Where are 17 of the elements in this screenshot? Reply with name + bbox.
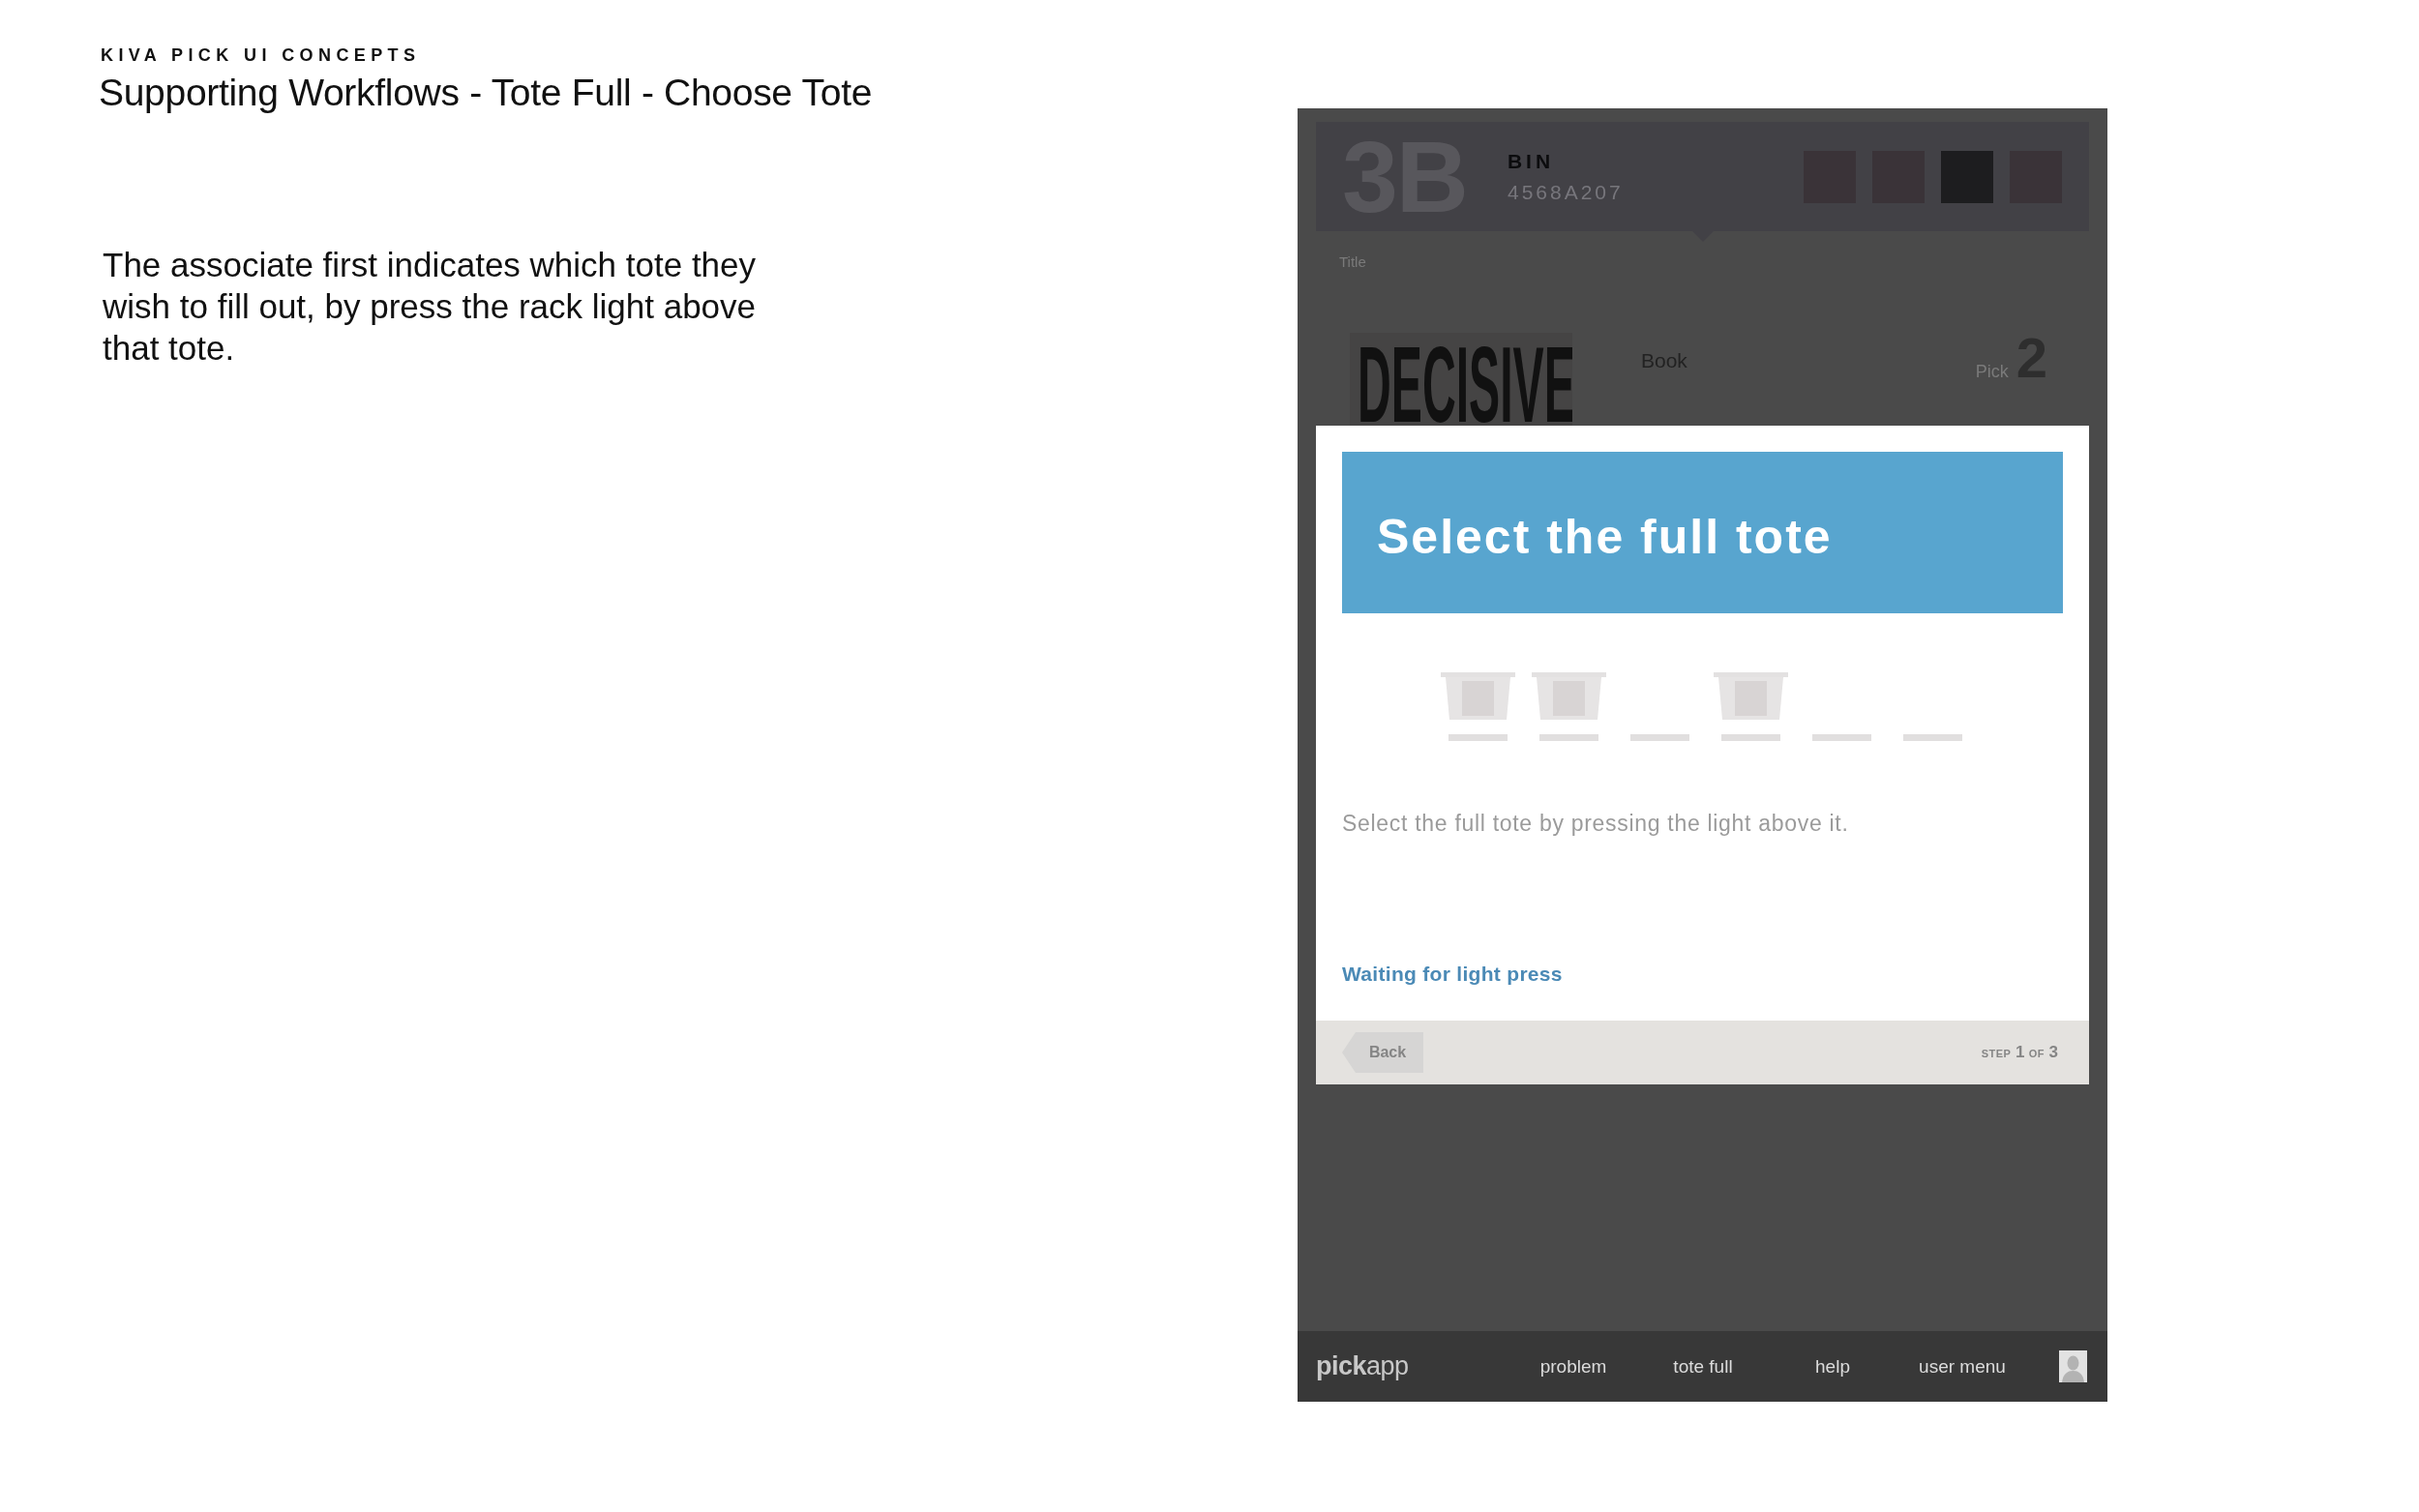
- avatar-icon[interactable]: [2059, 1350, 2087, 1382]
- status-text: Waiting for light press: [1342, 962, 1563, 987]
- nav-link[interactable]: tote full: [1638, 1351, 1768, 1381]
- slide-title: Supporting Workflows - Tote Full - Choose Tote: [99, 72, 874, 114]
- instruction-text: Select the full tote by pressing the light above it.: [1342, 810, 1849, 837]
- slide-kicker: KIVA PICK UI CONCEPTS: [101, 45, 422, 65]
- nav-link[interactable]: user menu: [1897, 1351, 2027, 1381]
- app-logo: pickapp: [1316, 1351, 1410, 1381]
- slot-bar-icon: [1721, 734, 1780, 741]
- bin-label: BIN: [1507, 149, 1556, 173]
- step-indicator: STEP 1 OF 3: [1981, 1043, 2058, 1062]
- slot-bar-icon: [1448, 734, 1508, 741]
- dialog-title: Select the full tote: [1377, 508, 1833, 565]
- slot-bar-icon: [1539, 734, 1598, 741]
- nav-link[interactable]: problem: [1508, 1351, 1638, 1381]
- slide-description: The associate first indicates which tote they wish to fill out, by press the rack light above that tote.: [103, 245, 758, 369]
- nav-link[interactable]: help: [1768, 1351, 1897, 1381]
